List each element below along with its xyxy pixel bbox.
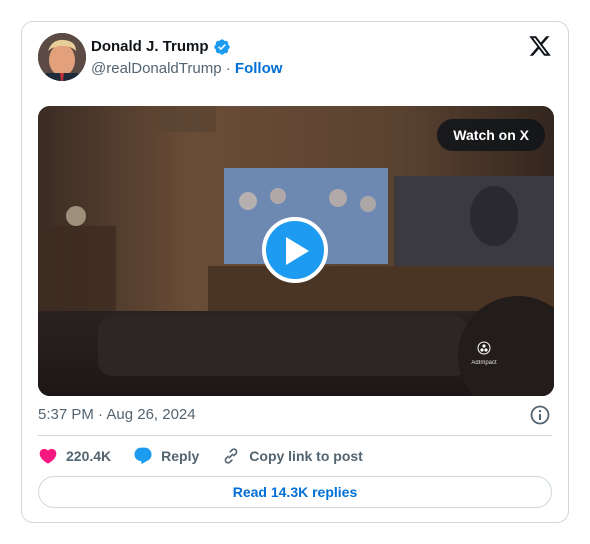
adimpact-watermark-text: AdImpact xyxy=(471,360,497,366)
handle-row: @realDonaldTrump · Follow xyxy=(91,60,282,78)
verified-badge-icon xyxy=(213,38,231,56)
handle-separator: · xyxy=(225,60,231,77)
adimpact-watermark: AdImpact xyxy=(469,341,499,367)
link-icon xyxy=(224,448,238,464)
author-handle[interactable]: @realDonaldTrump xyxy=(91,60,222,77)
divider xyxy=(38,435,552,436)
play-icon xyxy=(286,237,309,265)
play-button[interactable] xyxy=(262,217,328,283)
heart-icon xyxy=(39,448,57,464)
action-bar: 220.4K Reply Copy link to post xyxy=(38,445,385,467)
post-timestamp[interactable]: 5:37 PM · Aug 26, 2024 xyxy=(38,406,196,424)
like-button[interactable]: 220.4K xyxy=(38,446,111,466)
copy-link-label: Copy link to post xyxy=(249,448,363,464)
author-name-row: Donald J. Trump xyxy=(91,38,231,56)
x-logo-icon[interactable] xyxy=(528,34,552,58)
reply-bubble-icon xyxy=(134,447,152,465)
video-player[interactable]: Watch on X AdImpact xyxy=(38,106,554,396)
post-card: Donald J. Trump @realDonaldTrump · Follo… xyxy=(21,21,569,523)
adimpact-logo-icon xyxy=(477,341,491,355)
copy-link-button[interactable]: Copy link to post xyxy=(221,446,363,466)
avatar[interactable] xyxy=(38,33,86,81)
follow-button[interactable]: Follow xyxy=(235,60,283,77)
read-replies-button[interactable]: Read 14.3K replies xyxy=(38,476,552,508)
author-name[interactable]: Donald J. Trump xyxy=(91,38,209,56)
watch-on-x-button[interactable]: Watch on X xyxy=(437,119,545,151)
like-count: 220.4K xyxy=(66,448,112,464)
reply-label: Reply xyxy=(161,448,200,464)
reply-button[interactable]: Reply xyxy=(133,446,199,466)
info-icon[interactable] xyxy=(530,405,550,425)
